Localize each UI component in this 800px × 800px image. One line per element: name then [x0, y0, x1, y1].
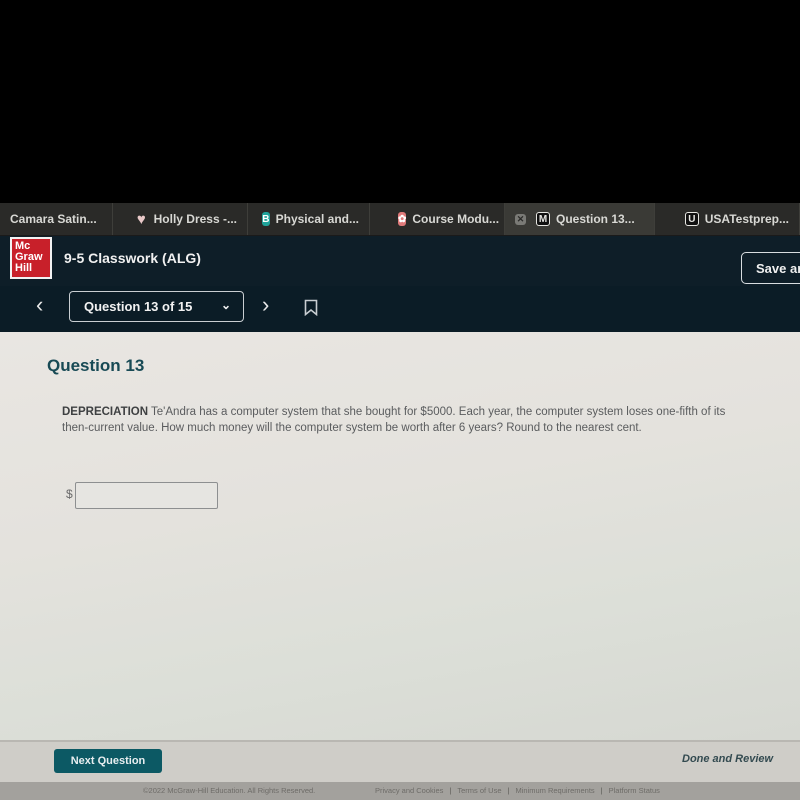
chevron-down-icon: ⌄ — [220, 298, 231, 312]
screen: Camara Satin... ♥ Holly Dress -... B Phy… — [0, 0, 800, 800]
done-and-review-link[interactable]: Done and Review — [682, 753, 773, 765]
previous-question-icon[interactable]: ‹ — [36, 292, 43, 318]
platform-status-link[interactable]: Platform Status — [609, 786, 660, 795]
assignment-title: 9-5 Classwork (ALG) — [64, 250, 201, 266]
copyright-text: ©2022 McGraw-Hill Education. All Rights … — [143, 786, 316, 795]
m-favicon-icon: M — [536, 212, 550, 226]
heart-icon: ♥ — [136, 210, 146, 228]
tab-label: Course Modu... — [412, 212, 500, 226]
browser-tab-active[interactable]: ✕ M Question 13... — [505, 203, 655, 235]
separator: | — [507, 786, 510, 795]
logo-line: Hill — [15, 262, 33, 274]
tab-label: Holly Dress -... — [153, 212, 237, 226]
next-question-icon[interactable]: › — [262, 292, 269, 318]
mcgraw-hill-logo: Mc Graw Hill — [10, 237, 52, 279]
b-favicon-icon: B — [262, 212, 270, 226]
browser-tab-bar: Camara Satin... ♥ Holly Dress -... B Phy… — [0, 203, 800, 236]
question-selector-label: Question 13 of 15 — [84, 299, 193, 314]
answer-input[interactable] — [75, 482, 218, 509]
u-favicon-icon: U — [685, 212, 699, 226]
close-tab-icon[interactable]: ✕ — [515, 213, 526, 225]
separator: | — [449, 786, 452, 795]
course-favicon-icon: ✿ — [398, 212, 407, 226]
question-heading: Question 13 — [47, 356, 145, 375]
tab-label: Physical and... — [275, 212, 359, 226]
browser-tab[interactable]: B Physical and... — [248, 203, 370, 235]
tab-label: USATestprep... — [704, 212, 789, 226]
terms-link[interactable]: Terms of Use — [457, 786, 501, 795]
next-question-button[interactable]: Next Question — [54, 749, 162, 773]
question-selector-dropdown[interactable]: Question 13 of 15 ⌄ — [69, 291, 244, 322]
footer-links: Privacy and Cookies | Terms of Use | Min… — [375, 786, 660, 795]
question-body: Te'Andra has a computer system that she … — [62, 406, 726, 434]
browser-tab[interactable]: ♥ Holly Dress -... — [113, 203, 248, 235]
browser-tab[interactable]: ✿ Course Modu... — [370, 203, 505, 235]
browser-tab[interactable]: Camara Satin... — [0, 203, 113, 235]
privacy-link[interactable]: Privacy and Cookies — [375, 786, 443, 795]
tab-label: Camara Satin... — [10, 212, 97, 226]
question-panel — [0, 332, 800, 740]
browser-tab[interactable]: U USATestprep... — [655, 203, 800, 235]
currency-symbol: $ — [66, 487, 73, 501]
question-prompt: DEPRECIATION Te'Andra has a computer sys… — [62, 404, 752, 436]
save-and-exit-button[interactable]: Save ar — [741, 252, 800, 284]
question-keyword: DEPRECIATION — [62, 406, 149, 418]
requirements-link[interactable]: Minimum Requirements — [515, 786, 594, 795]
separator: | — [600, 786, 603, 795]
tab-label: Question 13... — [556, 212, 635, 226]
bookmark-icon[interactable] — [304, 299, 318, 316]
